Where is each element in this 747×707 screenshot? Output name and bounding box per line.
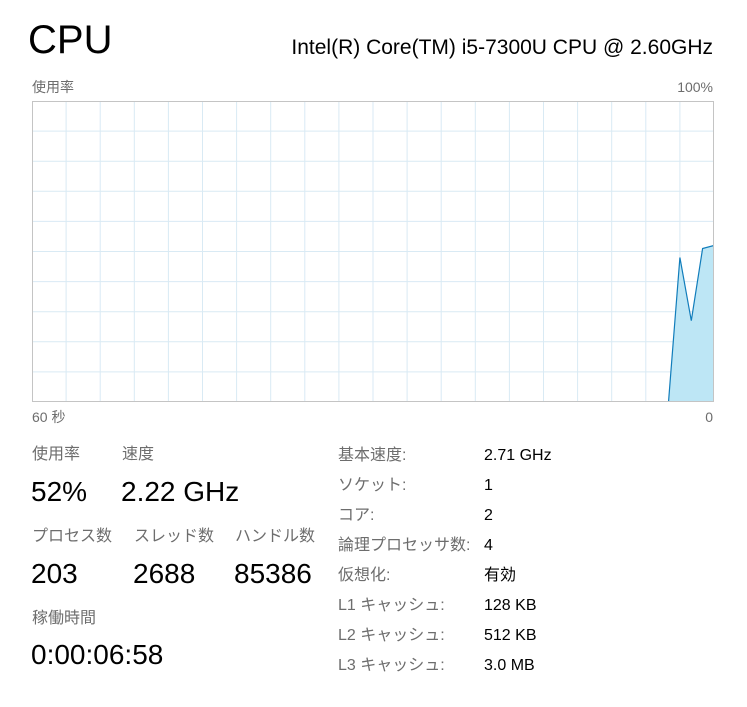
- graph-label-time-end: 0: [705, 409, 713, 425]
- detail-label-l1-cache: L1 キャッシュ:: [338, 597, 445, 614]
- usage-value: 52%: [31, 476, 88, 507]
- detail-label-base-speed: 基本速度:: [338, 447, 407, 464]
- cpu-usage-graph: [32, 101, 714, 402]
- processes-value: 203: [31, 558, 78, 589]
- speed-value: 2.22 GHz: [121, 476, 240, 507]
- cpu-model-name: Intel(R) Core(TM) i5-7300U CPU @ 2.60GHz: [291, 36, 713, 59]
- usage-label: 使用率: [32, 446, 81, 463]
- speed-label: 速度: [122, 446, 155, 463]
- threads-label: スレッド数: [134, 528, 215, 545]
- detail-value-l2-cache: 512 KB: [484, 627, 537, 644]
- detail-value-logical-processors: 4: [484, 537, 493, 554]
- detail-label-virtualization: 仮想化:: [338, 567, 391, 584]
- detail-label-sockets: ソケット:: [338, 477, 407, 494]
- detail-value-cores: 2: [484, 507, 493, 524]
- graph-grid: [32, 101, 714, 402]
- detail-value-base-speed: 2.71 GHz: [484, 447, 552, 464]
- page-title: CPU: [28, 18, 113, 62]
- graph-label-time-start: 60 秒: [32, 409, 66, 425]
- detail-value-sockets: 1: [484, 477, 493, 494]
- detail-label-logical-processors: 論理プロセッサ数:: [338, 537, 471, 554]
- detail-label-l3-cache: L3 キャッシュ:: [338, 657, 445, 674]
- uptime-label: 稼働時間: [32, 610, 97, 627]
- graph-label-max: 100%: [677, 79, 713, 95]
- detail-value-l3-cache: 3.0 MB: [484, 657, 535, 674]
- handles-value: 85386: [234, 558, 312, 589]
- handles-label: ハンドル数: [235, 528, 316, 545]
- detail-value-virtualization: 有効: [484, 567, 517, 584]
- processes-label: プロセス数: [32, 528, 113, 545]
- uptime-value: 0:00:06:58: [31, 639, 164, 670]
- graph-label-usage: 使用率: [32, 79, 74, 95]
- detail-label-cores: コア:: [338, 507, 375, 524]
- detail-value-l1-cache: 128 KB: [484, 597, 537, 614]
- detail-label-l2-cache: L2 キャッシュ:: [338, 627, 445, 644]
- threads-value: 2688: [133, 558, 196, 589]
